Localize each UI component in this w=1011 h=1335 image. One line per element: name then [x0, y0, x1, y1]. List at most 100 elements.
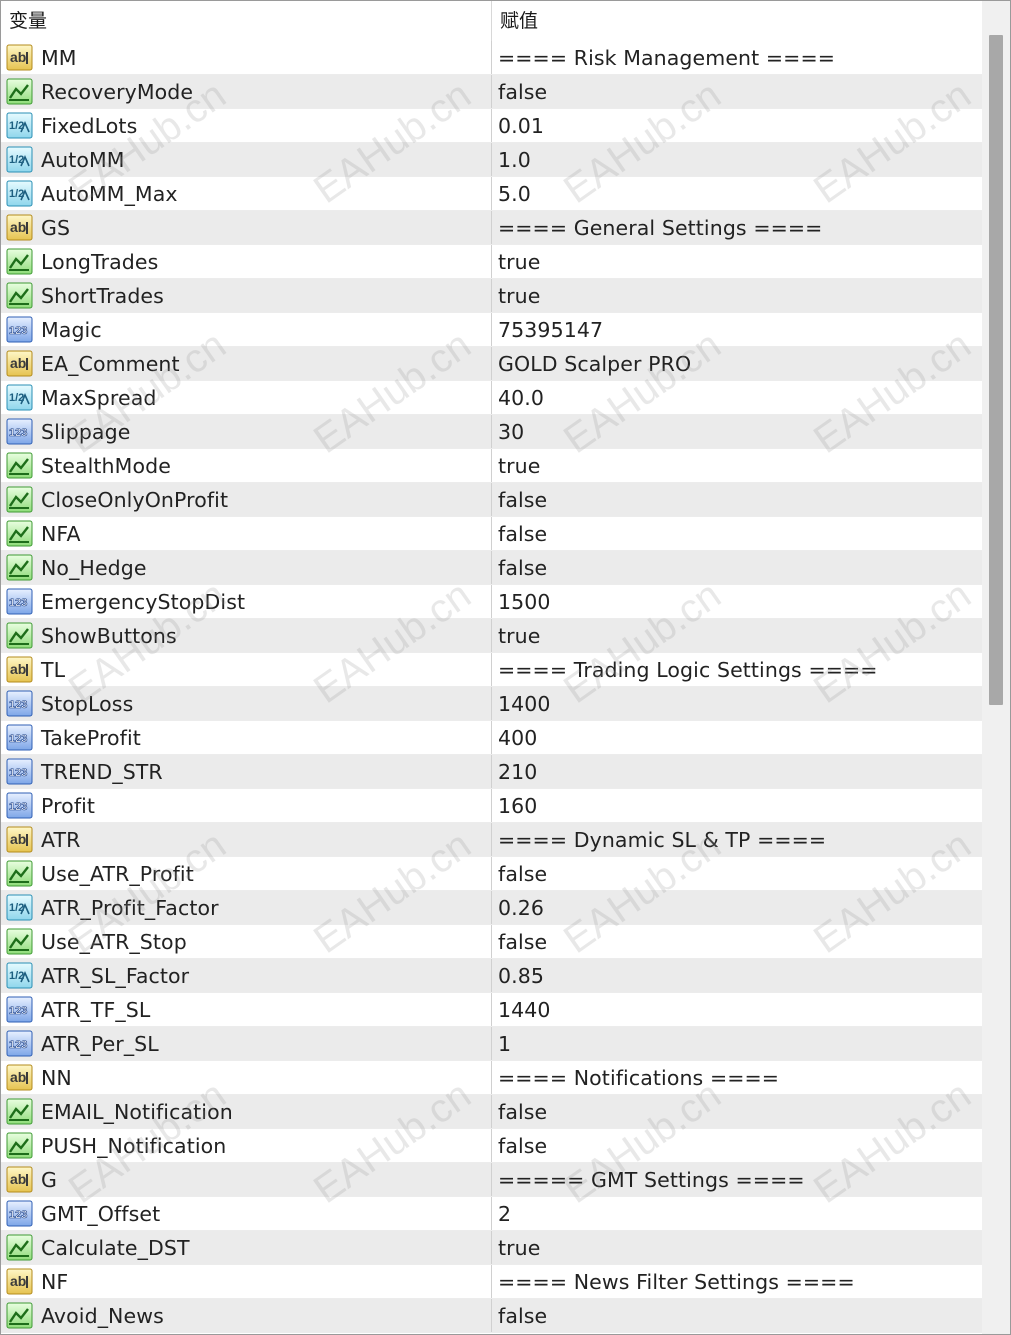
variable-cell[interactable]: PUSH_Notification	[1, 1129, 492, 1162]
value-cell[interactable]: false	[492, 857, 982, 890]
table-row[interactable]: CloseOnlyOnProfit false	[1, 483, 982, 517]
variable-cell[interactable]: ab NF	[1, 1265, 492, 1298]
value-cell[interactable]: 0.85	[492, 959, 982, 992]
value-cell[interactable]: 5.0	[492, 177, 982, 210]
table-row[interactable]: Avoid_News false	[1, 1299, 982, 1333]
table-row[interactable]: 123 TREND_STR 210	[1, 755, 982, 789]
value-cell[interactable]: 0.26	[492, 891, 982, 924]
table-row[interactable]: 123 Profit 160	[1, 789, 982, 823]
variable-cell[interactable]: 123 Magic	[1, 313, 492, 346]
value-cell[interactable]: ==== Trading Logic Settings ====	[492, 653, 982, 686]
variable-cell[interactable]: Avoid_News	[1, 1299, 492, 1332]
table-row[interactable]: ab NN ==== Notifications ====	[1, 1061, 982, 1095]
variable-cell[interactable]: No_Hedge	[1, 551, 492, 584]
value-cell[interactable]: ==== Notifications ====	[492, 1061, 982, 1094]
value-cell[interactable]: 1.0	[492, 143, 982, 176]
variable-cell[interactable]: EMAIL_Notification	[1, 1095, 492, 1128]
variable-cell[interactable]: ShortTrades	[1, 279, 492, 312]
value-cell[interactable]: 0.01	[492, 109, 982, 142]
table-row[interactable]: Calculate_DST true	[1, 1231, 982, 1265]
variable-cell[interactable]: ab EA_Comment	[1, 347, 492, 380]
variable-cell[interactable]: 1/2 FixedLots	[1, 109, 492, 142]
variable-cell[interactable]: 1/2 MaxSpread	[1, 381, 492, 414]
scrollbar-thumb[interactable]	[989, 35, 1003, 705]
table-row[interactable]: 1/2 ATR_Profit_Factor 0.26	[1, 891, 982, 925]
table-row[interactable]: ShortTrades true	[1, 279, 982, 313]
table-row[interactable]: 123 TakeProfit 400	[1, 721, 982, 755]
variable-cell[interactable]: 123 TakeProfit	[1, 721, 492, 754]
value-cell[interactable]: true	[492, 619, 982, 652]
value-cell[interactable]: false	[492, 925, 982, 958]
variable-cell[interactable]: LongTrades	[1, 245, 492, 278]
variable-cell[interactable]: Use_ATR_Profit	[1, 857, 492, 890]
column-header-value[interactable]: 赋值	[492, 1, 982, 41]
value-cell[interactable]: true	[492, 449, 982, 482]
value-cell[interactable]: 1400	[492, 687, 982, 720]
table-row[interactable]: 123 GMT_Offset 2	[1, 1197, 982, 1231]
column-header-variable[interactable]: 变量	[1, 1, 492, 41]
value-cell[interactable]: 40.0	[492, 381, 982, 414]
table-row[interactable]: ab GS ==== General Settings ====	[1, 211, 982, 245]
value-cell[interactable]: ==== Dynamic SL & TP ====	[492, 823, 982, 856]
value-cell[interactable]: false	[492, 1095, 982, 1128]
value-cell[interactable]: ==== General Settings ====	[492, 211, 982, 244]
table-row[interactable]: 1/2 AutoMM_Max 5.0	[1, 177, 982, 211]
table-row[interactable]: 123 Magic 75395147	[1, 313, 982, 347]
table-row[interactable]: ShowButtons true	[1, 619, 982, 653]
value-cell[interactable]: 30	[492, 415, 982, 448]
table-row[interactable]: EMAIL_Notification false	[1, 1095, 982, 1129]
variable-cell[interactable]: 123 GMT_Offset	[1, 1197, 492, 1230]
value-cell[interactable]: true	[492, 245, 982, 278]
table-row[interactable]: 123 Slippage 30	[1, 415, 982, 449]
variable-cell[interactable]: ab MM	[1, 41, 492, 74]
variable-cell[interactable]: ab ATR	[1, 823, 492, 856]
table-row[interactable]: 123 EmergencyStopDist 1500	[1, 585, 982, 619]
table-row[interactable]: 1/2 MaxSpread 40.0	[1, 381, 982, 415]
variable-cell[interactable]: ab GS	[1, 211, 492, 244]
table-row[interactable]: RecoveryMode false	[1, 75, 982, 109]
variable-cell[interactable]: 123 Profit	[1, 789, 492, 822]
value-cell[interactable]: false	[492, 75, 982, 108]
variable-cell[interactable]: 123 EmergencyStopDist	[1, 585, 492, 618]
value-cell[interactable]: true	[492, 279, 982, 312]
value-cell[interactable]: GOLD Scalper PRO	[492, 347, 982, 380]
variable-cell[interactable]: 123 Slippage	[1, 415, 492, 448]
table-row[interactable]: 1/2 FixedLots 0.01	[1, 109, 982, 143]
variable-cell[interactable]: NFA	[1, 517, 492, 550]
variable-cell[interactable]: RecoveryMode	[1, 75, 492, 108]
variable-cell[interactable]: 123 StopLoss	[1, 687, 492, 720]
table-row[interactable]: NFA false	[1, 517, 982, 551]
variable-cell[interactable]: CloseOnlyOnProfit	[1, 483, 492, 516]
value-cell[interactable]: false	[492, 1299, 982, 1332]
value-cell[interactable]: ==== News Filter Settings ====	[492, 1265, 982, 1298]
variable-cell[interactable]: StealthMode	[1, 449, 492, 482]
table-row[interactable]: LongTrades true	[1, 245, 982, 279]
variable-cell[interactable]: 123 ATR_TF_SL	[1, 993, 492, 1026]
variable-cell[interactable]: Calculate_DST	[1, 1231, 492, 1264]
variable-cell[interactable]: 1/2 ATR_SL_Factor	[1, 959, 492, 992]
value-cell[interactable]: ===== GMT Settings ====	[492, 1163, 982, 1196]
value-cell[interactable]: 1440	[492, 993, 982, 1026]
value-cell[interactable]: 160	[492, 789, 982, 822]
table-row[interactable]: ab ATR ==== Dynamic SL & TP ====	[1, 823, 982, 857]
value-cell[interactable]: true	[492, 1231, 982, 1264]
table-row[interactable]: ab TL ==== Trading Logic Settings ====	[1, 653, 982, 687]
table-row[interactable]: ab MM ==== Risk Management ====	[1, 41, 982, 75]
value-cell[interactable]: false	[492, 517, 982, 550]
value-cell[interactable]: 2	[492, 1197, 982, 1230]
table-row[interactable]: 1/2 AutoMM 1.0	[1, 143, 982, 177]
table-row[interactable]: Use_ATR_Stop false	[1, 925, 982, 959]
value-cell[interactable]: 75395147	[492, 313, 982, 346]
table-row[interactable]: ab EA_Comment GOLD Scalper PRO	[1, 347, 982, 381]
table-row[interactable]: 123 StopLoss 1400	[1, 687, 982, 721]
variable-cell[interactable]: ab TL	[1, 653, 492, 686]
value-cell[interactable]: false	[492, 483, 982, 516]
value-cell[interactable]: 210	[492, 755, 982, 788]
table-row[interactable]: ab G ===== GMT Settings ====	[1, 1163, 982, 1197]
variable-cell[interactable]: ab NN	[1, 1061, 492, 1094]
variable-cell[interactable]: 123 ATR_Per_SL	[1, 1027, 492, 1060]
table-row[interactable]: PUSH_Notification false	[1, 1129, 982, 1163]
value-cell[interactable]: 1	[492, 1027, 982, 1060]
value-cell[interactable]: 1500	[492, 585, 982, 618]
variable-cell[interactable]: 1/2 AutoMM	[1, 143, 492, 176]
